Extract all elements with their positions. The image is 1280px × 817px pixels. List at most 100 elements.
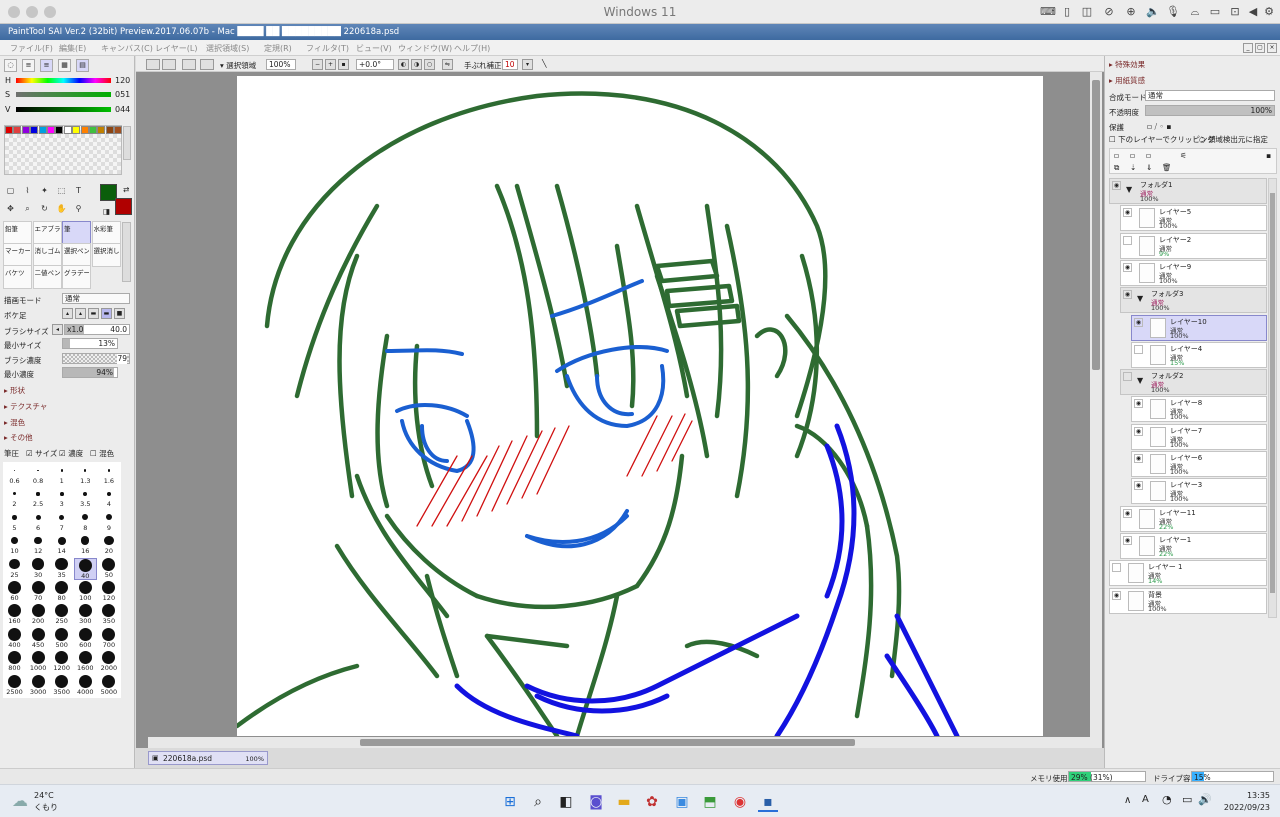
brush-size-option[interactable]: 70 xyxy=(27,581,50,603)
swatch-color[interactable] xyxy=(89,126,97,134)
brush-tool-7[interactable]: 選択消し xyxy=(91,243,121,267)
swatch-color[interactable] xyxy=(55,126,64,134)
lasso-icon[interactable]: ⌇ xyxy=(21,184,34,197)
folder-expand-icon[interactable]: ▼ xyxy=(1126,185,1132,194)
menu-view[interactable]: ビュー(V) xyxy=(356,43,392,54)
paper-texture-section[interactable]: ▸ 用紙質感 xyxy=(1109,75,1145,86)
menu-filter[interactable]: フィルタ(T) xyxy=(306,43,349,54)
color-wheel-button[interactable]: ◌ xyxy=(4,59,17,72)
move-icon[interactable]: ✥ xyxy=(4,202,17,215)
stabilizer-dropdown[interactable]: ▾ xyxy=(522,59,533,70)
eye-icon[interactable]: ◉ xyxy=(1123,508,1132,518)
layer-row[interactable]: ◉ レイヤー5 通常 100% xyxy=(1120,205,1267,232)
brush-size-option[interactable]: 1.6 xyxy=(97,464,120,486)
eye-icon[interactable]: ◉ xyxy=(1112,590,1121,600)
edge-option-2[interactable]: ▴ xyxy=(75,308,86,319)
brush-size-option[interactable]: 400 xyxy=(3,627,26,650)
volume-tray-icon[interactable]: 🔊 xyxy=(1198,793,1212,806)
min-density-slider[interactable]: 94% xyxy=(62,367,118,378)
task-view-icon[interactable]: ◧ xyxy=(556,792,576,812)
network-icon[interactable]: ⊘ xyxy=(1102,5,1116,18)
size-range-button[interactable]: ◂ xyxy=(52,324,63,335)
section-other[interactable]: ▸ その他 xyxy=(4,432,33,443)
brush-size-option[interactable]: 9 xyxy=(97,511,120,533)
usb-icon[interactable]: ▯ xyxy=(1060,5,1074,18)
brush-size-option[interactable]: 5 xyxy=(3,511,26,533)
brush-size-option[interactable]: 35 xyxy=(50,557,73,580)
brush-tool-3[interactable]: 水彩筆 xyxy=(91,221,121,245)
brush-size-option[interactable]: 500 xyxy=(50,627,73,650)
brush-size-option[interactable]: 200 xyxy=(27,604,50,626)
eye-icon[interactable]: ◉ xyxy=(1134,399,1143,409)
text-tool-icon[interactable]: T xyxy=(72,184,85,197)
layer-menu-icon[interactable]: ▪ xyxy=(1266,151,1271,160)
reset-colors-icon[interactable]: ◨ xyxy=(103,207,110,216)
brush-size-option[interactable]: 300 xyxy=(74,604,97,626)
search-icon[interactable]: ⌕ xyxy=(528,792,548,812)
brush-size-option[interactable]: 350 xyxy=(97,604,120,626)
screenshot-icon[interactable]: ⊡ xyxy=(1228,5,1242,18)
start-icon[interactable]: ⊞ xyxy=(500,792,520,812)
brush-size-option[interactable]: 60 xyxy=(3,581,26,603)
paint-app-icon[interactable]: ✿ xyxy=(642,792,662,812)
keyboard-icon[interactable]: ⌨ xyxy=(1040,5,1056,18)
eye-icon[interactable]: ◉ xyxy=(1123,535,1132,545)
gear-icon[interactable]: ⚙ xyxy=(1262,5,1276,18)
magic-wand-icon[interactable]: ✦ xyxy=(38,184,51,197)
brush-size-option[interactable]: 2000 xyxy=(97,651,120,673)
teams-chat-icon[interactable]: ◙ xyxy=(586,792,606,812)
eyedropper-icon[interactable]: ⚲ xyxy=(72,202,85,215)
globe-icon[interactable]: ⊕ xyxy=(1124,5,1138,18)
microphone-icon[interactable]: 🎙 xyxy=(1166,5,1180,18)
layer-row[interactable]: ◉ レイヤー6 通常 100% xyxy=(1131,451,1267,477)
menu-window[interactable]: ウィンドウ(W) xyxy=(398,43,452,54)
brush-size-option[interactable]: 600 xyxy=(74,627,97,650)
swatch-color[interactable] xyxy=(80,126,89,134)
hue-slider[interactable] xyxy=(16,78,111,83)
brush-size-option[interactable]: 2.5 xyxy=(27,487,50,509)
swatch-scrollbar[interactable] xyxy=(123,126,131,160)
swatch-color[interactable] xyxy=(21,126,30,134)
zoom-field[interactable]: 100% xyxy=(266,59,296,70)
folder-expand-icon[interactable]: ▼ xyxy=(1137,294,1143,303)
layer-row[interactable]: ◉ レイヤー9 通常 100% xyxy=(1120,259,1267,286)
chrome-icon[interactable]: ◉ xyxy=(730,792,750,812)
brush-size-option[interactable]: 4000 xyxy=(74,674,97,697)
brush-size-option[interactable]: 6 xyxy=(27,511,50,533)
eye-hidden-icon[interactable] xyxy=(1123,372,1132,382)
layer-folder[interactable]: ▼ フォルダ2 通常 100% xyxy=(1120,369,1267,396)
swatch-color[interactable] xyxy=(13,126,22,134)
rotate-left-button[interactable]: ◐ xyxy=(398,59,409,70)
brush-tool-5[interactable]: 消しゴム xyxy=(32,243,62,267)
swatch-color[interactable] xyxy=(72,126,81,134)
brush-tool-10[interactable]: グラデーション xyxy=(62,265,91,289)
blend-mode-select[interactable]: 通常 xyxy=(1145,90,1275,101)
draw-mode-select[interactable]: 通常 xyxy=(62,293,130,304)
brush-tool-8[interactable]: バケツ xyxy=(3,265,32,289)
delete-layer-icon[interactable]: 🗑 xyxy=(1162,163,1172,172)
zoom-fit-button[interactable]: ▪ xyxy=(338,59,349,70)
layer-row[interactable]: レイヤー4 通常 15% xyxy=(1131,341,1267,368)
brush-tool-1[interactable]: エアブラシ xyxy=(32,221,62,245)
brush-size-option[interactable]: 700 xyxy=(97,627,120,650)
vscroll-thumb[interactable] xyxy=(1092,80,1100,370)
rotate-reset-button[interactable]: ○ xyxy=(424,59,435,70)
rgb-slider-button[interactable]: ≡ xyxy=(22,59,35,72)
sub-color-box[interactable] xyxy=(115,198,132,215)
section-texture[interactable]: ▸ テクスチャ xyxy=(4,401,47,412)
brush-size-option[interactable]: 12 xyxy=(27,534,50,556)
copy-layer-icon[interactable]: ⧉ xyxy=(1114,163,1119,173)
brush-tool-4[interactable]: マーカー xyxy=(3,243,32,267)
restore-button[interactable]: ▢ xyxy=(1255,43,1265,53)
brush-size-option[interactable]: 160 xyxy=(3,604,26,626)
swatch-button[interactable]: ▤ xyxy=(76,59,89,72)
edge-option-3[interactable]: ▬ xyxy=(88,308,99,319)
speaker-icon[interactable]: 🔈 xyxy=(1146,5,1160,18)
density-slider[interactable]: 79 xyxy=(62,353,130,364)
eye-icon[interactable]: ◉ xyxy=(1123,262,1132,272)
pressure-density-checkbox[interactable]: ☑ 濃度 xyxy=(59,448,83,459)
hscroll-thumb[interactable] xyxy=(360,739,855,746)
menu-ruler[interactable]: 定規(R) xyxy=(264,43,292,54)
layer-row[interactable]: ◉ レイヤー7 通常 100% xyxy=(1131,423,1267,450)
toolbar-btn-3[interactable] xyxy=(182,59,196,70)
